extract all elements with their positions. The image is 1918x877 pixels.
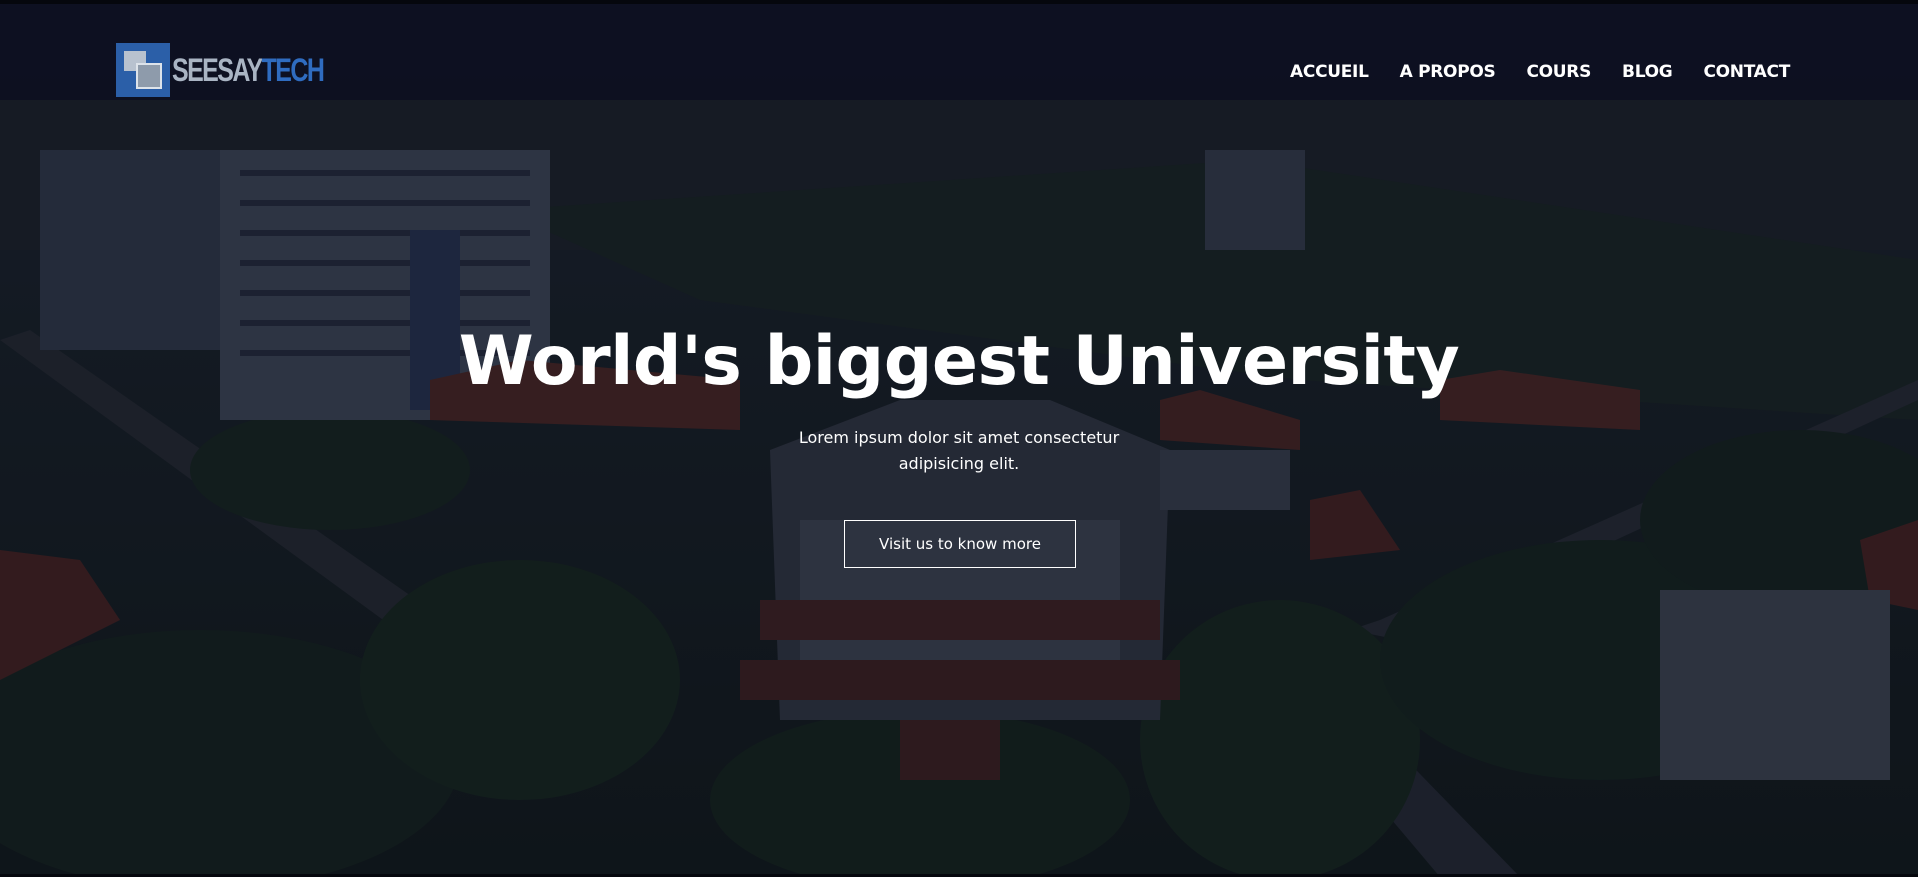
brand-wordmark: SEESAY TECH (172, 51, 325, 89)
visit-us-button[interactable]: Visit us to know more (844, 520, 1076, 568)
brand-name-part2: TECH (261, 51, 325, 88)
nav-link-contact[interactable]: CONTACT (1703, 62, 1790, 82)
hero-section: SEESAY TECH ACCUEIL A PROPOS COURS BLOG … (0, 0, 1918, 877)
brand-logo[interactable]: SEESAY TECH (116, 42, 366, 98)
main-nav: ACCUEIL A PROPOS COURS BLOG CONTACT (1290, 62, 1790, 82)
brand-name-part1: SEESAY (172, 51, 263, 88)
hero-subtitle: Lorem ipsum dolor sit amet consectetur a… (798, 428, 1120, 473)
nav-link-accueil[interactable]: ACCUEIL (1290, 62, 1369, 82)
hero-title: World's biggest University (458, 322, 1460, 401)
nav-link-a-propos[interactable]: A PROPOS (1400, 62, 1496, 82)
nav-link-cours[interactable]: COURS (1526, 62, 1591, 82)
stacked-squares-logo-icon (116, 43, 170, 97)
nav-link-blog[interactable]: BLOG (1622, 62, 1673, 82)
